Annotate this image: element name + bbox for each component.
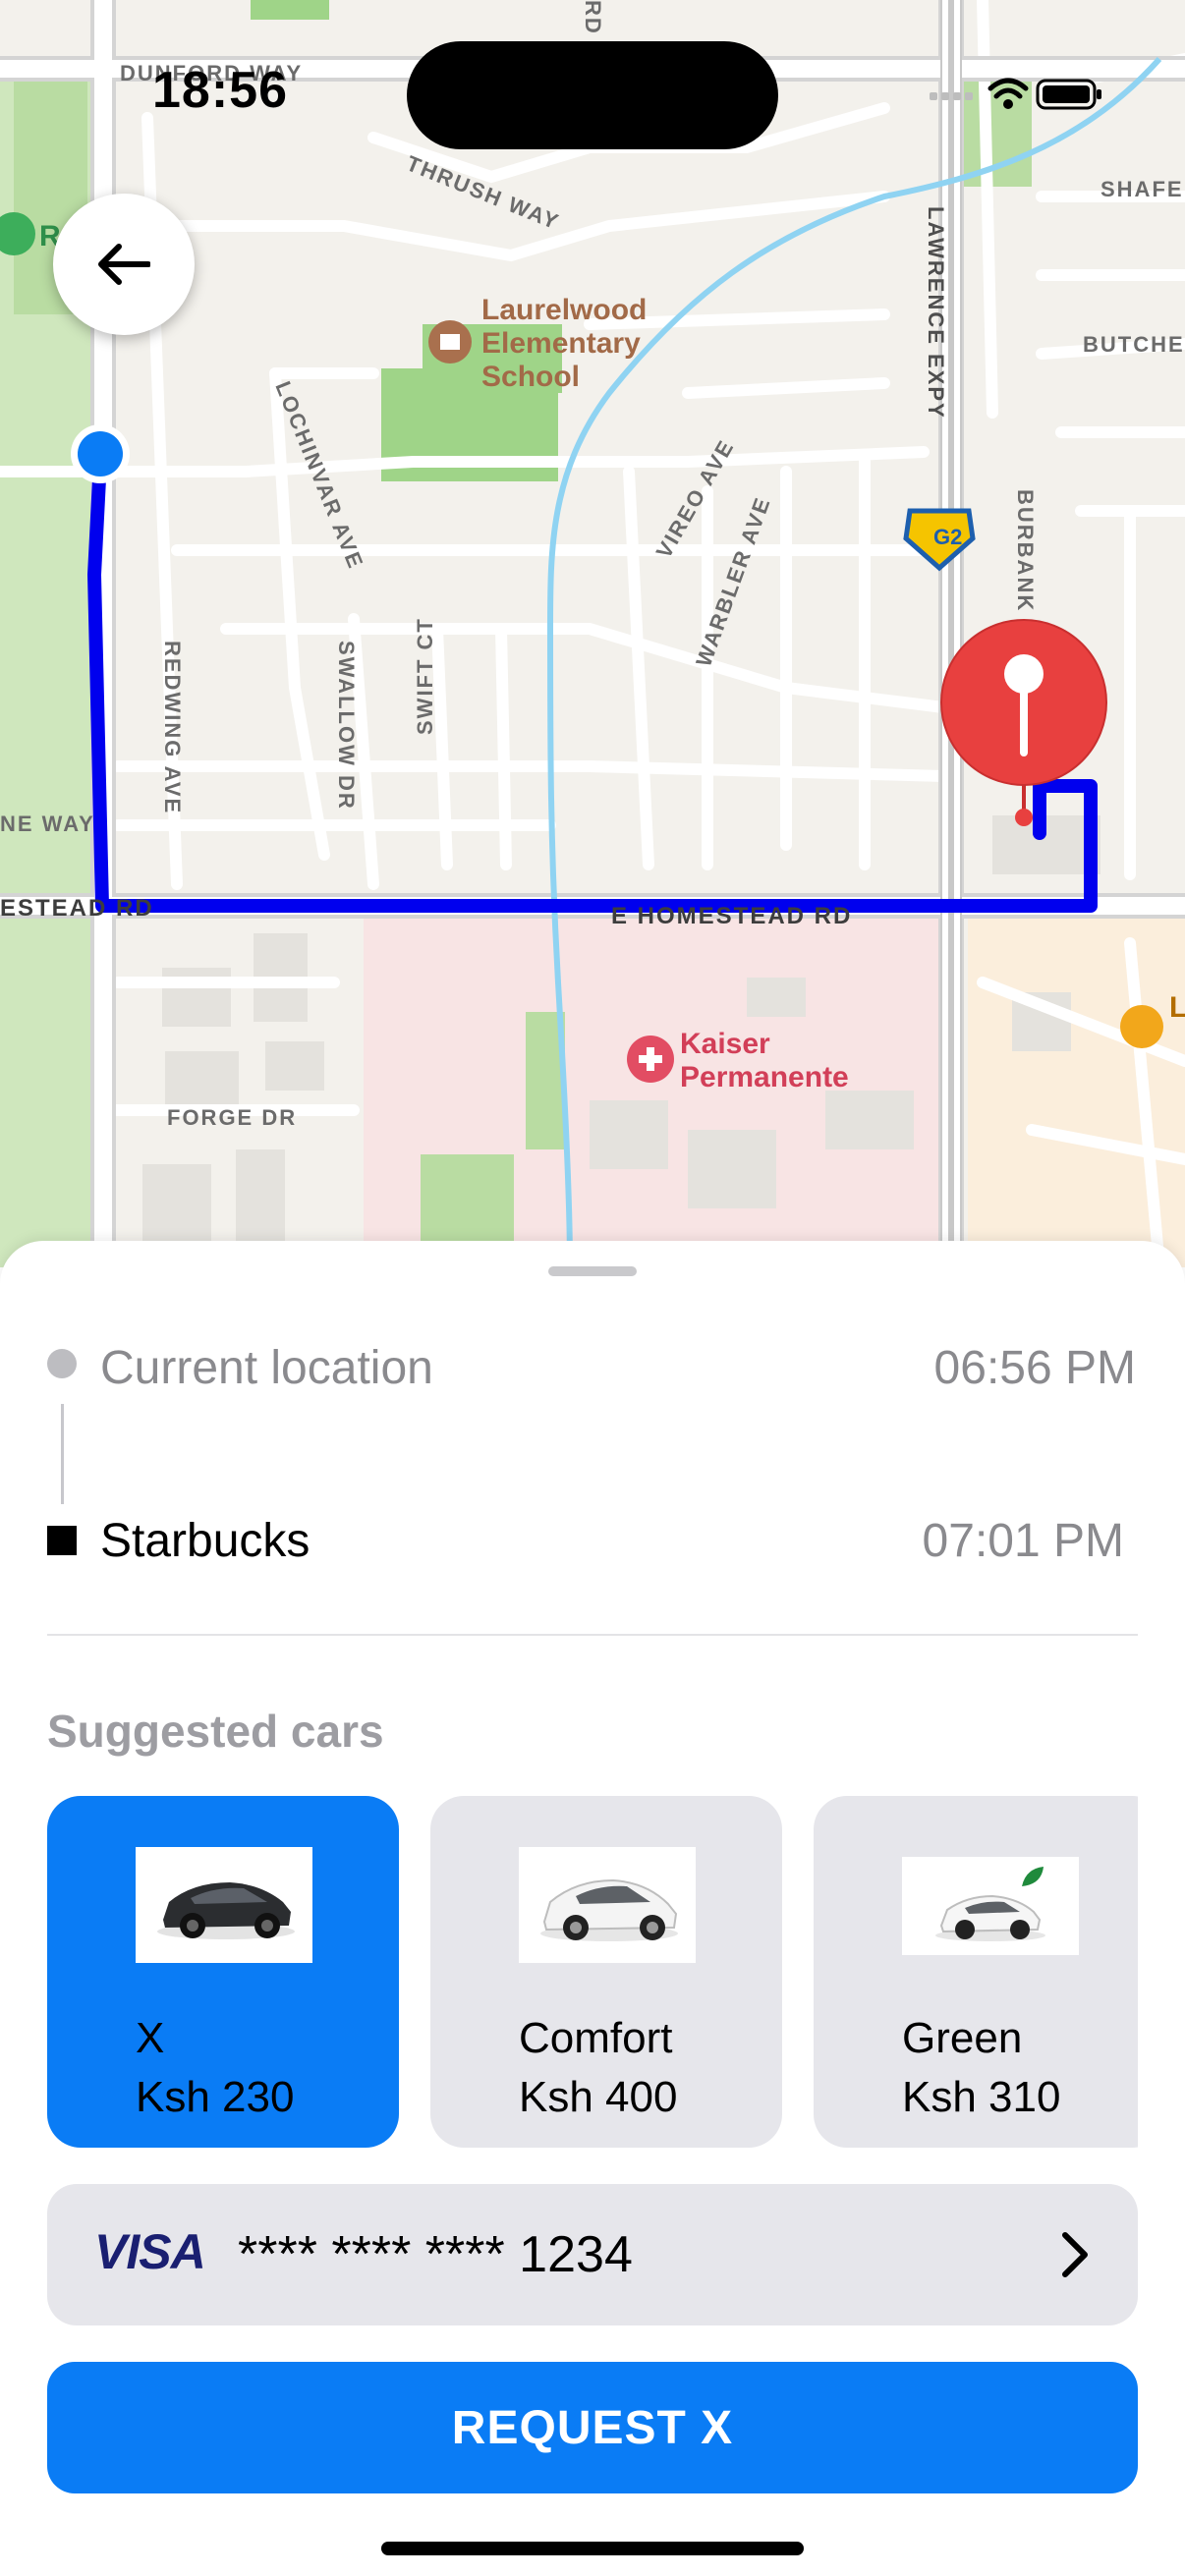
destination-marker-icon — [47, 1526, 77, 1555]
cellular-signal-icon — [930, 92, 973, 100]
wifi-icon — [988, 78, 1029, 99]
destination-time: 07:01 PM — [922, 1515, 1124, 1567]
payment-method-row[interactable]: VISA **** **** **** 1234 — [47, 2184, 1138, 2325]
car-name: Comfort — [519, 2014, 673, 2062]
status-icons — [930, 71, 1106, 120]
white-sedan-image — [519, 1847, 696, 1963]
origin-label[interactable]: Current location — [100, 1341, 433, 1395]
origin-marker-icon — [47, 1349, 77, 1378]
highway-shield-label: G2 — [933, 525, 962, 549]
black-sedan-image — [136, 1847, 312, 1963]
battery-icon — [1036, 79, 1101, 110]
card-number: **** **** **** 1234 — [238, 2226, 633, 2283]
street-label: RD — [581, 0, 605, 35]
street-label: SWIFT CT — [413, 617, 437, 735]
map-view[interactable]: DUNFORD WAY THRUSH WAY LOCHINVAR AVE RED… — [0, 0, 1185, 1273]
chevron-right-icon — [1062, 2232, 1088, 2277]
poi-label: L — [1169, 991, 1185, 1024]
divider — [47, 1634, 1138, 1636]
poi-label: Laurelwood — [481, 294, 647, 326]
street-label: LAWRENCE EXPY — [924, 206, 948, 420]
street-label: BURBANK — [1013, 489, 1038, 612]
street-label: E HOMESTEAD RD — [611, 903, 852, 929]
back-button[interactable] — [53, 194, 195, 335]
visa-logo: VISA — [94, 2224, 206, 2279]
car-price: Ksh 230 — [136, 2073, 295, 2121]
leaf-icon — [1022, 1867, 1044, 1886]
car-option-x[interactable]: X Ksh 230 — [47, 1796, 399, 2148]
street-label: REDWING AVE — [160, 641, 185, 814]
status-time: 18:56 — [152, 62, 288, 119]
ride-options-sheet: Current location 06:56 PM Starbucks 07:0… — [0, 1241, 1185, 2576]
sheet-grabber[interactable] — [548, 1266, 637, 1276]
poi-label: Elementary — [481, 327, 641, 360]
street-label: ESTEAD RD — [0, 895, 154, 922]
poi-label: Permanente — [680, 1061, 849, 1093]
street-label: SHAFE — [1100, 177, 1184, 201]
street-label: FORGE DR — [167, 1105, 297, 1130]
car-name: X — [136, 2014, 165, 2062]
origin-time: 06:56 PM — [933, 1342, 1136, 1394]
home-indicator[interactable] — [381, 2542, 804, 2555]
street-label: SWALLOW DR — [334, 641, 359, 811]
car-price: Ksh 400 — [519, 2073, 678, 2121]
car-name: Green — [902, 2014, 1023, 2062]
suggested-cars-title: Suggested cars — [47, 1706, 384, 1757]
white-ev-image — [902, 1857, 1079, 1955]
street-label: BUTCHE — [1083, 332, 1185, 357]
street-label: NE WAY — [0, 812, 95, 836]
car-price: Ksh 310 — [902, 2073, 1061, 2121]
arrow-left-icon — [98, 244, 150, 285]
trip-connector — [61, 1404, 64, 1504]
poi-label: School — [481, 361, 580, 393]
poi-label: Kaiser — [680, 1028, 770, 1060]
car-options-list[interactable]: X Ksh 230 Comfort Ksh 400 Green Ksh 310 — [47, 1796, 1138, 2150]
shopping-poi-icon — [1120, 1005, 1163, 1048]
destination-label[interactable]: Starbucks — [100, 1514, 310, 1568]
request-ride-button[interactable]: REQUEST X — [47, 2362, 1138, 2493]
car-option-green[interactable]: Green Ksh 310 — [814, 1796, 1138, 2148]
dynamic-island — [407, 41, 778, 149]
car-option-comfort[interactable]: Comfort Ksh 400 — [430, 1796, 782, 2148]
origin-dot — [78, 431, 123, 476]
